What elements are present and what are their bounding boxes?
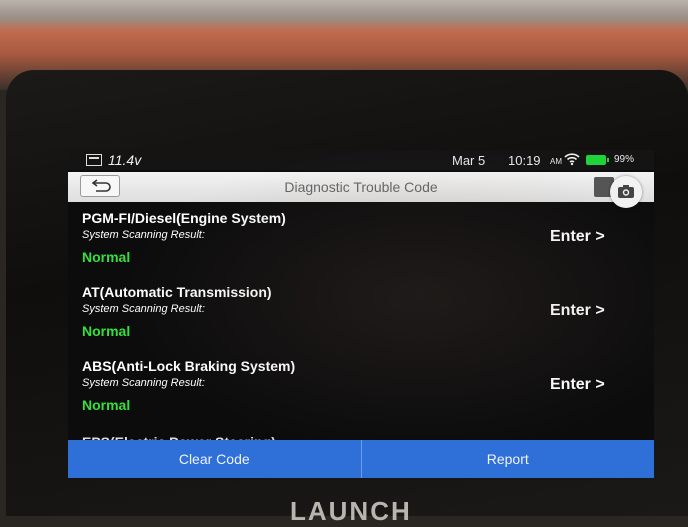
system-name: PGM-FI/Diesel(Engine System) xyxy=(82,210,286,226)
camera-button[interactable] xyxy=(610,176,642,208)
clear-code-button[interactable]: Clear Code xyxy=(68,440,361,478)
status-bar: 11.4v Mar 5 10:19 AM 99% xyxy=(68,150,654,170)
voltage-readout: 11.4v xyxy=(108,152,142,168)
enter-button[interactable]: Enter > xyxy=(550,302,605,320)
scan-result-label: System Scanning Result: xyxy=(82,229,205,241)
system-item-eps-partial[interactable]: EPS(Electric Power Steering) xyxy=(82,432,276,440)
scan-status: Normal xyxy=(82,397,131,413)
wifi-icon xyxy=(564,152,580,169)
system-list: PGM-FI/Diesel(Engine System) System Scan… xyxy=(68,206,654,440)
battery-status-icon xyxy=(86,154,102,166)
system-name: AT(Automatic Transmission) xyxy=(82,284,272,300)
title-bar: Diagnostic Trouble Code xyxy=(68,172,654,202)
bottom-action-bar: Clear Code Report xyxy=(68,440,654,478)
battery-percent: 99% xyxy=(614,154,635,165)
scan-status: Normal xyxy=(82,249,131,265)
screen: 11.4v Mar 5 10:19 AM 99% Diagnostic Trou… xyxy=(68,150,654,478)
system-item-engine[interactable]: PGM-FI/Diesel(Engine System) System Scan… xyxy=(68,206,654,278)
page-title: Diagnostic Trouble Code xyxy=(284,179,438,195)
scan-status: Normal xyxy=(82,323,131,339)
system-item-transmission[interactable]: AT(Automatic Transmission) System Scanni… xyxy=(68,280,654,352)
scan-result-label: System Scanning Result: xyxy=(82,377,205,389)
system-item-abs[interactable]: ABS(Anti-Lock Braking System) System Sca… xyxy=(68,354,654,426)
scan-result-label: System Scanning Result: xyxy=(82,303,205,315)
report-button[interactable]: Report xyxy=(360,440,655,478)
status-ampm: AM xyxy=(550,157,562,166)
enter-button[interactable]: Enter > xyxy=(550,228,605,246)
camera-icon xyxy=(618,185,634,198)
device-brand-logo: LAUNCH xyxy=(290,496,412,526)
battery-icon xyxy=(586,155,609,165)
system-name: ABS(Anti-Lock Braking System) xyxy=(82,358,296,374)
enter-button[interactable]: Enter > xyxy=(550,376,605,394)
status-date: Mar 5 xyxy=(452,153,486,168)
status-time: 10:19 xyxy=(508,153,541,168)
